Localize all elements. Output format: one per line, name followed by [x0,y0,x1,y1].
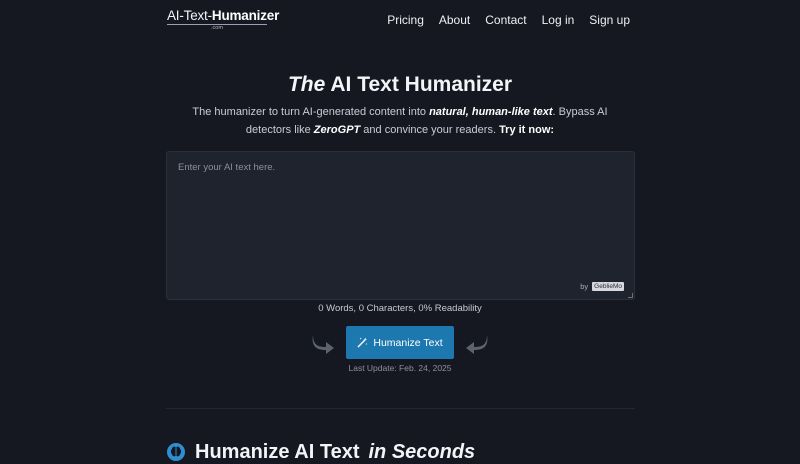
last-update: Last Update: Feb. 24, 2025 [348,363,452,373]
logo-domain: .com [167,24,267,32]
logo-wordmark: AI-Text-Humanizer [167,8,279,23]
site-header: AI-Text-Humanizer .com Pricing About Con… [0,0,800,40]
ai-text-editor: by GeblieMo [166,151,635,300]
text-stats: 0 Words, 0 Characters, 0% Readability [318,303,482,314]
section-title-start: Humanize AI Text [195,441,360,463]
section-divider [166,408,635,409]
byline-badge[interactable]: GeblieMo [592,282,624,291]
action-row: Humanize Text [0,326,800,360]
site-logo[interactable]: AI-Text-Humanizer .com [167,8,279,32]
desc-text-3: and convince your readers. [360,124,500,136]
humanize-button[interactable]: Humanize Text [346,326,454,359]
logo-part-light: AI-Text- [167,8,212,23]
nav-about[interactable]: About [439,12,470,28]
main-nav: Pricing About Contact Log in Sign up [387,12,630,28]
page-title: The AI Text Humanizer [0,72,800,98]
nav-signup[interactable]: Sign up [589,12,630,28]
desc-highlight-2: ZeroGPT [313,124,361,136]
hero-description: The humanizer to turn AI-generated conte… [190,103,610,139]
ai-text-input[interactable] [167,152,634,299]
resize-handle[interactable] [628,293,633,298]
page-title-rest: AI Text Humanizer [325,73,513,96]
desc-highlight-1: natural, human-like text [429,106,553,118]
humanize-button-label: Humanize Text [373,336,443,349]
desc-text-1: The humanizer to turn AI-generated conte… [192,106,430,118]
section-title-emphasis: in Seconds [368,441,476,463]
desc-cta: Try it now: [499,124,555,136]
nav-pricing[interactable]: Pricing [387,12,424,28]
nav-contact[interactable]: Contact [485,12,526,28]
curved-arrow-right-icon [312,335,334,354]
logo-part-bold: Humanizer [211,8,280,23]
page-title-emphasis: The [287,73,326,96]
editor-byline: by GeblieMo [580,282,624,291]
nav-login[interactable]: Log in [542,12,575,28]
curved-arrow-left-icon [466,335,488,354]
brain-icon [167,443,185,461]
byline-label: by [580,282,589,291]
section-title: Humanize AI Text in Seconds [166,440,475,464]
magic-wand-icon [358,337,368,348]
